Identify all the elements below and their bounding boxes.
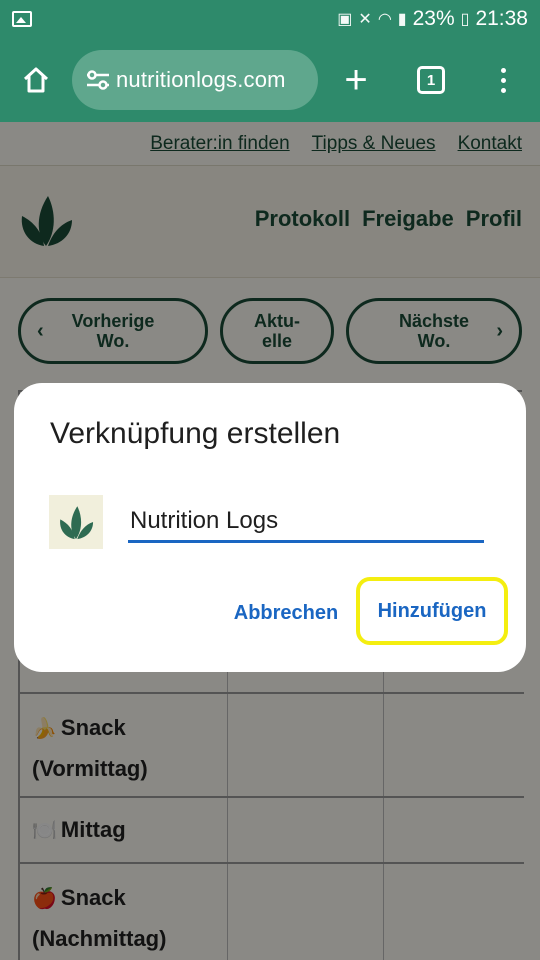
- browser-toolbar: nutritionlogs.com + 1: [0, 38, 540, 122]
- wifi-icon: ◠: [377, 11, 392, 28]
- dialog-title: Verknüpfung erstellen: [50, 417, 341, 450]
- new-tab-button[interactable]: +: [326, 50, 386, 110]
- menu-dot-icon: [500, 67, 506, 73]
- status-bar: ▣ ✕ ◠ ▮ 23% ▯ 21:38: [0, 0, 540, 38]
- menu-dot-icon: [500, 77, 506, 83]
- tab-count: 1: [417, 66, 445, 94]
- home-icon: [23, 67, 49, 93]
- battery-percent: 23%: [412, 7, 455, 30]
- gallery-notification-icon: [12, 11, 32, 27]
- clock: 21:38: [475, 7, 528, 30]
- browser-menu-button[interactable]: [473, 50, 533, 110]
- home-button[interactable]: [6, 50, 66, 110]
- mute-icon: ✕: [358, 11, 372, 28]
- shortcut-icon: [49, 495, 103, 549]
- plus-icon: +: [344, 57, 368, 102]
- address-bar[interactable]: nutritionlogs.com: [72, 50, 318, 110]
- battery-saver-icon: ▣: [337, 11, 353, 28]
- signal-icon: ▮: [397, 11, 407, 28]
- create-shortcut-dialog: Verknüpfung erstellen Abbrechen Hinzufüg…: [14, 383, 526, 672]
- cancel-button[interactable]: Abbrechen: [226, 591, 346, 635]
- url-text: nutritionlogs.com: [116, 67, 286, 92]
- tab-switcher-button[interactable]: 1: [401, 50, 461, 110]
- shortcut-name-input[interactable]: [128, 501, 484, 543]
- add-button[interactable]: Hinzufügen: [356, 577, 508, 645]
- site-settings-icon[interactable]: [84, 66, 112, 94]
- battery-icon: ▯: [460, 11, 470, 28]
- menu-dot-icon: [500, 87, 506, 93]
- leaf-logo-icon: [60, 506, 94, 540]
